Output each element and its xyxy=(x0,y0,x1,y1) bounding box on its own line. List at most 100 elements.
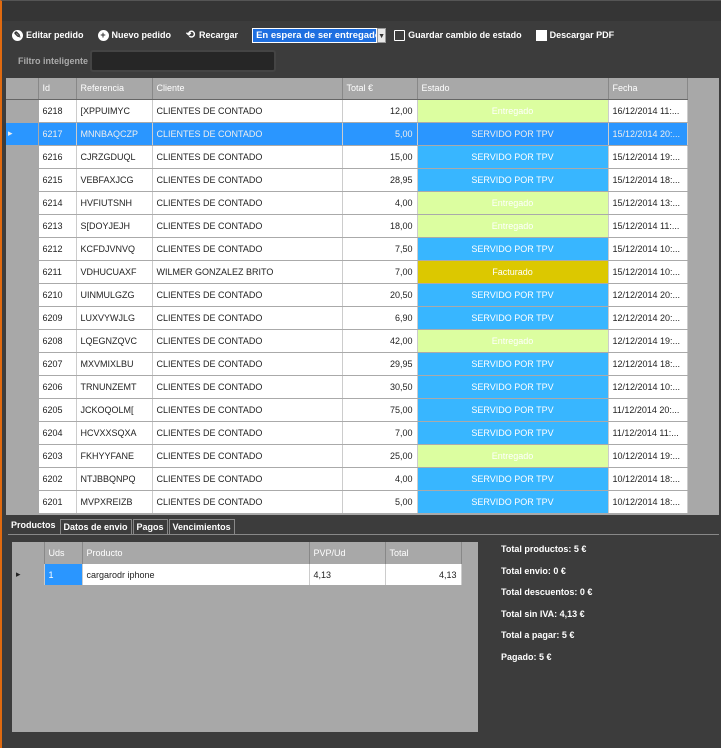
reference-cell: LQEGNZQVC xyxy=(76,329,153,353)
reload-button[interactable]: ⟲ Recargar xyxy=(185,28,238,41)
table-row[interactable]: 6211 VDHUCUAXF WILMER GONZALEZ BRITO 7,00 Fa… xyxy=(6,260,688,284)
id-cell: 6201 xyxy=(38,490,77,514)
row-header[interactable] xyxy=(6,421,39,445)
id-cell: 6210 xyxy=(38,283,77,307)
table-row[interactable]: 6212 KCFDJVNVQ CLIENTES DE CONTADO 7,50 SERV… xyxy=(6,237,688,261)
client-cell: CLIENTES DE CONTADO xyxy=(152,306,343,330)
total-cell: 15,00 xyxy=(342,145,418,169)
row-header[interactable] xyxy=(6,398,39,422)
table-row[interactable]: 6216 CJRZGDUQL CLIENTES DE CONTADO 15,00 SER… xyxy=(6,145,688,169)
column-header[interactable]: Producto xyxy=(82,542,310,564)
client-cell: CLIENTES DE CONTADO xyxy=(152,352,343,376)
price-cell: 4,13 xyxy=(309,564,386,585)
date-cell: 15/12/2014 18:... xyxy=(608,168,688,192)
row-header[interactable] xyxy=(6,237,39,261)
reference-cell: S[DOYJEJH xyxy=(76,214,153,238)
row-header[interactable] xyxy=(6,99,39,123)
id-cell: 6209 xyxy=(38,306,77,330)
status-cell: SERVIDO POR TPV xyxy=(417,421,609,445)
filter-input[interactable] xyxy=(90,50,276,72)
table-row[interactable]: 6210 UINMULGZG CLIENTES DE CONTADO 20,50 SER… xyxy=(6,283,688,307)
column-header[interactable]: Cliente xyxy=(152,78,343,100)
row-header[interactable] xyxy=(6,329,39,353)
table-row[interactable]: 6209 LUXVYWJLG CLIENTES DE CONTADO 6,90 SERV… xyxy=(6,306,688,330)
reference-cell: HCVXXSQXA xyxy=(76,421,153,445)
date-cell: 11/12/2014 11:... xyxy=(608,421,688,445)
reference-cell: CJRZGDUQL xyxy=(76,145,153,169)
row-header[interactable] xyxy=(6,444,39,468)
column-header[interactable]: Estado xyxy=(417,78,609,100)
table-row[interactable]: 6207 MXVMIXLBU CLIENTES DE CONTADO 29,95 SER… xyxy=(6,352,688,376)
table-row[interactable]: 6208 LQEGNZQVC CLIENTES DE CONTADO 42,00 Ent… xyxy=(6,329,688,353)
date-cell: 15/12/2014 10:... xyxy=(608,260,688,284)
status-cell: SERVIDO POR TPV xyxy=(417,237,609,261)
pencil-icon: ✎ xyxy=(12,29,23,41)
row-header[interactable] xyxy=(6,352,39,376)
reference-cell: MXVMIXLBU xyxy=(76,352,153,376)
row-header[interactable] xyxy=(6,191,39,215)
table-row[interactable]: ▸ 6217 MNNBAQCZP CLIENTES DE CONTADO 5,00 SER… xyxy=(6,122,688,146)
table-row[interactable]: 6214 HVFIUTSNH CLIENTES DE CONTADO 4,00 Entr… xyxy=(6,191,688,215)
reference-cell: [XPPUIMYC xyxy=(76,99,153,123)
tab-productos[interactable]: Productos xyxy=(8,519,59,534)
column-header[interactable]: Fecha xyxy=(608,78,688,100)
table-row[interactable]: 6218 [XPPUIMYC CLIENTES DE CONTADO 12,00 Ent… xyxy=(6,99,688,123)
column-header[interactable]: Id xyxy=(38,78,77,100)
summary-line: Total sin IVA: 4,13 € xyxy=(501,608,585,619)
date-cell: 12/12/2014 19:... xyxy=(608,329,688,353)
row-header[interactable] xyxy=(6,214,39,238)
table-row[interactable]: 6215 VEBFAXJCG CLIENTES DE CONTADO 28,95 SER… xyxy=(6,168,688,192)
table-row[interactable]: 6213 S[DOYJEJH CLIENTES DE CONTADO 18,00 Ent… xyxy=(6,214,688,238)
edit-order-button[interactable]: ✎ Editar pedido xyxy=(12,29,84,41)
plus-icon: + xyxy=(97,29,109,41)
status-cell: SERVIDO POR TPV xyxy=(417,352,609,376)
row-header[interactable] xyxy=(6,490,39,514)
table-row[interactable]: 6203 FKHYYFANE CLIENTES DE CONTADO 25,00 Ent… xyxy=(6,444,688,468)
status-cell: SERVIDO POR TPV xyxy=(417,467,609,491)
row-header[interactable] xyxy=(6,375,39,399)
table-row[interactable]: 6206 TRNUNZEMT CLIENTES DE CONTADO 30,50 SER… xyxy=(6,375,688,399)
current-row-arrow-icon[interactable]: ▸ xyxy=(6,122,39,146)
row-header[interactable] xyxy=(6,260,39,284)
column-header[interactable]: Total € xyxy=(342,78,418,100)
column-header[interactable]: Referencia xyxy=(76,78,153,100)
id-cell: 6218 xyxy=(38,99,77,123)
orders-table: Id Referencia Cliente Total € Estado Fecha 62… xyxy=(6,78,688,514)
table-row[interactable]: 6205 JCKOQOLM[CLIENTES DE CONTADO 75,00 SER… xyxy=(6,398,688,422)
id-cell: 6215 xyxy=(38,168,77,192)
row-header[interactable] xyxy=(6,168,39,192)
total-cell: 4,00 xyxy=(342,191,418,215)
date-cell: 10/12/2014 19:... xyxy=(608,444,688,468)
chevron-down-icon[interactable]: ▼ xyxy=(377,27,387,43)
save-status-button[interactable]: Guardar cambio de estado xyxy=(394,29,522,41)
column-header[interactable]: PVP/Ud xyxy=(309,542,386,564)
table-row[interactable]: 6204 HCVXXSQXA CLIENTES DE CONTADO 7,00 SERV… xyxy=(6,421,688,445)
tab-datos-de-envio[interactable]: Datos de envio xyxy=(59,519,132,534)
summary-line: Total productos: 5 € xyxy=(501,544,587,554)
row-header[interactable] xyxy=(6,306,39,330)
row-header[interactable] xyxy=(6,145,39,169)
download-pdf-button[interactable]: Descargar PDF xyxy=(535,29,614,41)
products-table: Uds Producto PVP/Ud Total ▸ 1 cargarodr iphon… xyxy=(12,542,462,585)
status-select[interactable]: En espera de ser entregado ▼ xyxy=(252,27,387,43)
column-header[interactable]: Uds xyxy=(44,542,83,564)
column-header[interactable]: Total xyxy=(385,542,462,564)
table-row[interactable]: 6202 NTJBBQNPQ CLIENTES DE CONTADO 4,00 SERV… xyxy=(6,467,688,491)
new-order-label: Nuevo pedido xyxy=(111,30,172,40)
row-header[interactable] xyxy=(6,283,39,307)
row-header[interactable] xyxy=(6,467,39,491)
total-cell: 12,00 xyxy=(342,99,418,123)
tab-vencimientos[interactable]: Vencimientos xyxy=(168,519,235,534)
reference-cell: LUXVYWJLG xyxy=(76,306,153,330)
reload-icon: ⟲ xyxy=(185,28,196,41)
reference-cell: FKHYYFANE xyxy=(76,444,153,468)
product-cell: cargarodr iphone xyxy=(82,564,310,585)
table-row[interactable]: ▸ 1 cargarodr iphone 4,13 4,13 xyxy=(12,564,462,585)
detail-tabs: Productos Datos de envio Pagos Vencimientos xyxy=(8,519,236,534)
order-summary: Total productos: 5 € Total envio: 0 € Tota… xyxy=(501,544,592,673)
status-cell: SERVIDO POR TPV xyxy=(417,490,609,514)
table-row[interactable]: 6201 MVPXREIZB CLIENTES DE CONTADO 5,00 SERV… xyxy=(6,490,688,514)
app-window: ✎ Editar pedido + Nuevo pedido ⟲ Recargar E… xyxy=(0,0,721,748)
new-order-button[interactable]: + Nuevo pedido xyxy=(97,29,172,41)
tab-pagos[interactable]: Pagos xyxy=(132,519,168,534)
